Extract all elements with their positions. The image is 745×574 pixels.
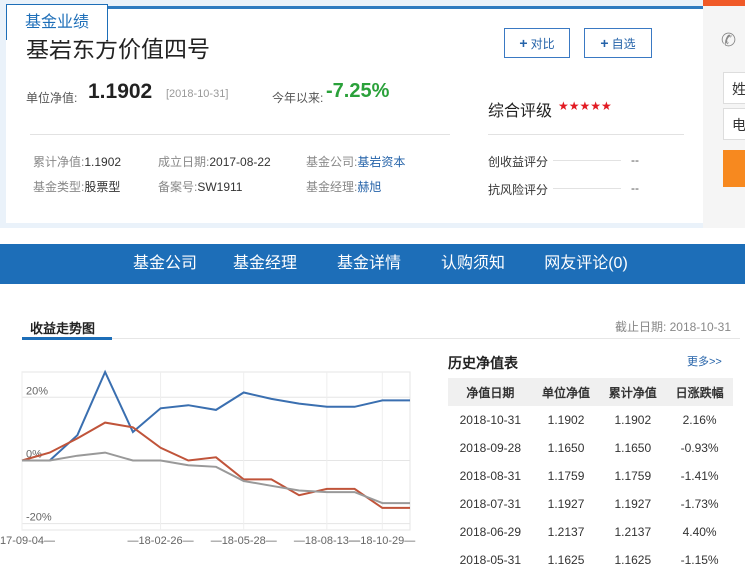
rating-label: 综合评级 bbox=[488, 103, 553, 120]
history-cell: -1.41% bbox=[680, 469, 719, 483]
plus-icon: + bbox=[519, 35, 528, 51]
nav-label: 单位净值: bbox=[26, 91, 78, 105]
fund-manager: 基金经理:赫旭 bbox=[306, 180, 382, 194]
nav-value: 1.1902 bbox=[88, 80, 153, 103]
return-score-bar bbox=[553, 160, 621, 161]
history-cell: 4.40% bbox=[682, 525, 717, 539]
history-cell: 1.1902 bbox=[614, 413, 652, 427]
rating-divider bbox=[488, 134, 684, 135]
history-cell: 1.1902 bbox=[547, 413, 585, 427]
cum-nav: 累计净值:1.1902 bbox=[33, 155, 122, 169]
tab-company[interactable]: 基金公司 bbox=[120, 244, 210, 284]
establish-date: 成立日期:2017-08-22 bbox=[158, 155, 271, 169]
history-row: 2018-10-31 1.1902 1.1902 2.16% bbox=[448, 406, 733, 434]
history-cell: 2018-10-31 bbox=[459, 413, 522, 427]
history-header-cell: 日涨跌幅 bbox=[666, 378, 733, 406]
x-tick-label: —18-05-28— bbox=[211, 535, 277, 547]
return-score-label: 创收益评分 bbox=[488, 155, 549, 169]
tab-performance[interactable]: 基金业绩 bbox=[6, 4, 108, 40]
submit-button[interactable] bbox=[723, 150, 745, 187]
name-field[interactable]: 姓 bbox=[723, 72, 745, 104]
history-cell: 1.2137 bbox=[547, 525, 585, 539]
chart-plot-area bbox=[21, 371, 411, 531]
cutoff-date: 截止日期: 2018-10-31 bbox=[614, 320, 731, 334]
section-title-underline bbox=[22, 337, 112, 340]
plus-icon: + bbox=[600, 35, 609, 51]
history-cell: 2018-06-29 bbox=[459, 525, 522, 539]
y-tick-label: 20% bbox=[26, 385, 48, 397]
tab-subscription[interactable]: 认购须知 bbox=[430, 244, 516, 284]
history-header-cell: 单位净值 bbox=[532, 378, 600, 406]
nav-date: [2018-10-31] bbox=[166, 88, 229, 100]
history-cell: 2018-08-31 bbox=[459, 469, 522, 483]
history-cell: 1.1759 bbox=[614, 469, 652, 483]
history-cell: 1.1759 bbox=[547, 469, 585, 483]
history-cell: 2.16% bbox=[682, 413, 717, 427]
fund-type: 基金类型:股票型 bbox=[33, 180, 121, 194]
compare-button[interactable]: + 对比 bbox=[504, 28, 570, 58]
risk-score-label: 抗风险评分 bbox=[488, 183, 549, 197]
history-cell: 1.1650 bbox=[614, 441, 652, 455]
watchlist-button[interactable]: + 自选 bbox=[584, 28, 652, 58]
history-header-cell: 净值日期 bbox=[448, 378, 533, 406]
risk-score-bar bbox=[553, 188, 621, 189]
phone-field[interactable]: 电 bbox=[723, 108, 745, 140]
return-score-value: -- bbox=[631, 153, 639, 167]
history-row: 2018-08-31 1.1759 1.1759 -1.41% bbox=[448, 462, 733, 490]
record-number: 备案号:SW1911 bbox=[158, 180, 243, 194]
risk-score-value: -- bbox=[631, 181, 639, 195]
history-cell: 2018-09-28 bbox=[459, 441, 522, 455]
history-cell: 1.1927 bbox=[547, 497, 585, 511]
x-tick-label: —18-02-26— bbox=[128, 535, 194, 547]
return-chart: 20%0%-20%—17-09-04——18-02-26——18-05-28——… bbox=[0, 369, 415, 547]
y-tick-label: -20% bbox=[26, 512, 52, 524]
x-tick-label: —17-09-04— bbox=[0, 535, 55, 547]
history-cell: 1.1650 bbox=[547, 441, 585, 455]
history-cell: 1.1927 bbox=[614, 497, 652, 511]
history-row: 2018-09-28 1.1650 1.1650 -0.93% bbox=[448, 434, 733, 462]
section-divider bbox=[22, 338, 740, 339]
history-cell: -1.73% bbox=[680, 497, 719, 511]
tab-details[interactable]: 基金详情 bbox=[326, 244, 412, 284]
ytd-label: 今年以来: bbox=[272, 91, 324, 105]
phone-icon: ✆ bbox=[721, 30, 737, 50]
ytd-value: -7.25% bbox=[326, 80, 390, 102]
manager-link[interactable]: 赫旭 bbox=[357, 180, 381, 194]
sidebar-accent bbox=[703, 0, 745, 6]
section-title: 收益走势图 bbox=[30, 321, 96, 336]
tab-manager[interactable]: 基金经理 bbox=[222, 244, 308, 284]
tab-comments[interactable]: 网友评论(0) bbox=[534, 244, 638, 284]
company-link[interactable]: 基岩资本 bbox=[357, 155, 405, 169]
history-cell: -0.93% bbox=[680, 441, 719, 455]
history-table: 净值日期 单位净值 累计净值 日涨跌幅 2018-10-31 1.1902 1.1902 2… bbox=[448, 378, 733, 574]
rating-stars: ★★★★★ bbox=[558, 99, 612, 113]
summary-divider bbox=[30, 134, 450, 135]
history-header-row: 净值日期 单位净值 累计净值 日涨跌幅 bbox=[448, 378, 733, 406]
history-title: 历史净值表 bbox=[448, 355, 518, 371]
history-header-cell: 累计净值 bbox=[599, 378, 667, 406]
x-tick-label: —18-10-29— bbox=[349, 535, 415, 547]
history-cell: 1.2137 bbox=[614, 525, 652, 539]
history-cell: 2018-07-31 bbox=[459, 497, 522, 511]
more-link[interactable]: 更多>> bbox=[687, 353, 722, 369]
history-row: 2018-06-29 1.2137 1.2137 4.40% bbox=[448, 518, 733, 546]
history-row: 2018-07-31 1.1927 1.1927 -1.73% bbox=[448, 490, 733, 518]
fund-company: 基金公司:基岩资本 bbox=[306, 155, 406, 169]
